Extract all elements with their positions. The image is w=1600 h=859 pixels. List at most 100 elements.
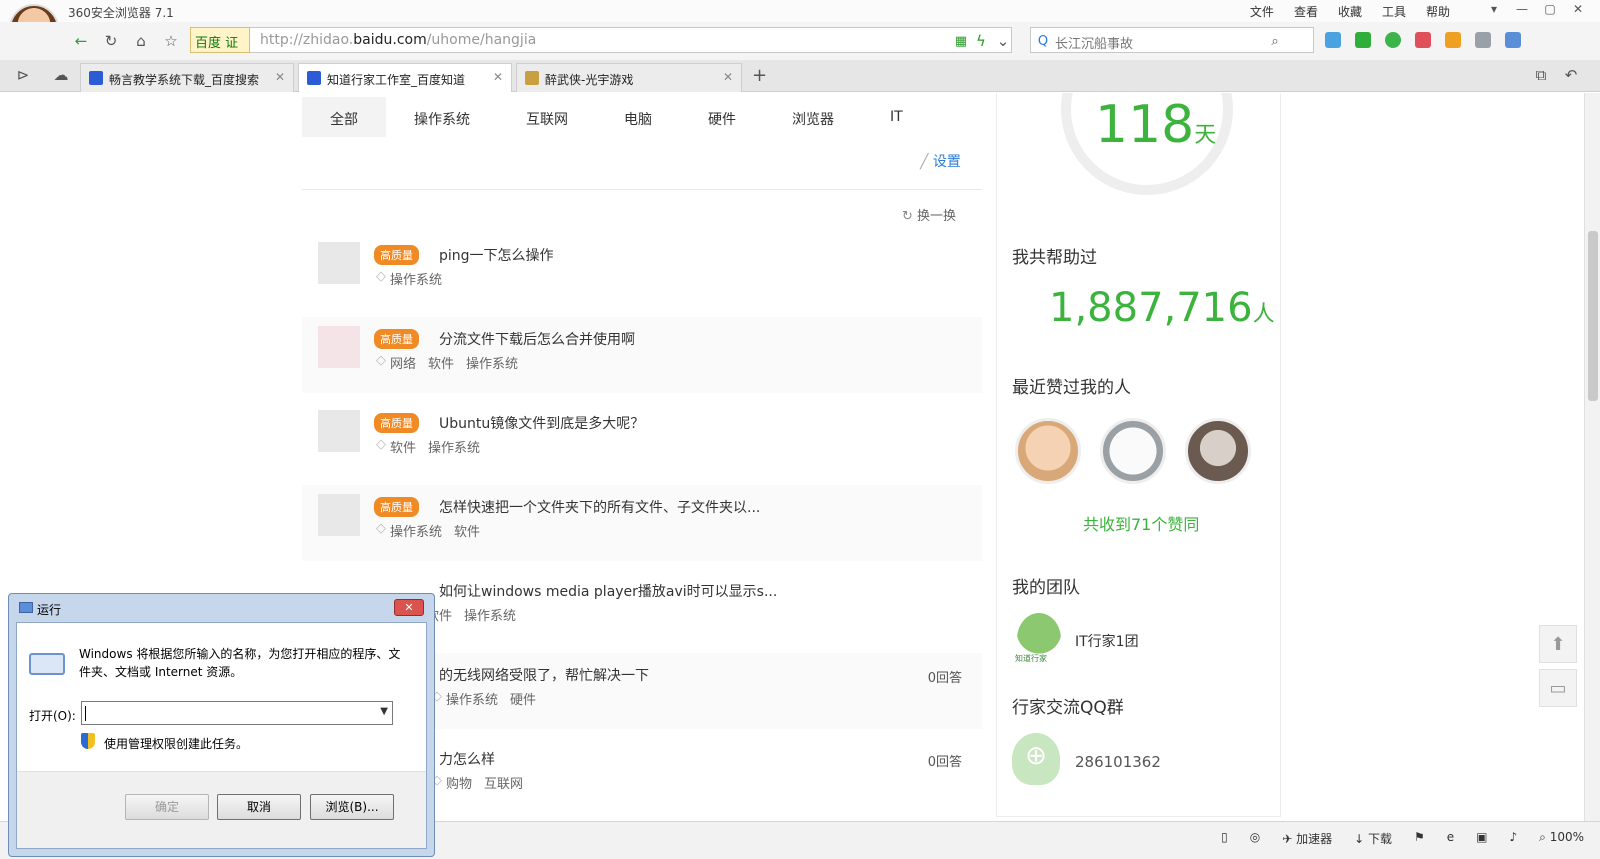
qq-group-number: 286101362 xyxy=(1075,753,1161,771)
menu-help[interactable]: 帮助 xyxy=(1426,3,1450,20)
tab-all[interactable]: 全部 xyxy=(302,97,386,137)
run-program-icon xyxy=(29,653,65,675)
liker-avatar[interactable] xyxy=(1100,418,1166,484)
tab-baidu-search[interactable]: 畅言教学系统下载_百度搜索 ✕ xyxy=(80,63,294,92)
ie-icon[interactable]: e xyxy=(1447,830,1454,847)
run-dialog-body: Windows 将根据您所输入的名称，为您打开相应的程序、文件夹、文档或 Int… xyxy=(16,622,427,849)
wechat-icon[interactable] xyxy=(1355,32,1371,48)
image-icon[interactable] xyxy=(1475,32,1491,48)
ok-button[interactable]: 确定 xyxy=(125,794,209,820)
liker-avatar[interactable] xyxy=(1015,418,1081,484)
minimize-button[interactable]: — xyxy=(1508,0,1536,18)
download-button[interactable]: ↓ 下载 xyxy=(1354,830,1392,847)
tab-internet[interactable]: 互联网 xyxy=(498,97,596,137)
run-description: Windows 将根据您所输入的名称，为您打开相应的程序、文件夹、文档或 Int… xyxy=(79,647,401,679)
settings-link[interactable]: ╱ 设置 xyxy=(920,151,961,171)
run-dialog-title: 运行 xyxy=(37,603,62,617)
browser-mode-icon[interactable]: ◎ xyxy=(1250,830,1260,847)
question-title[interactable]: 的无线网络受限了，帮忙解决一下 xyxy=(439,665,649,685)
question-tags: ◇ 操作系统 软件 xyxy=(376,521,481,540)
chevron-down-icon[interactable]: ▼ xyxy=(380,706,388,717)
back-to-top-button[interactable]: ⬆ xyxy=(1539,625,1577,663)
maximize-button[interactable]: ▢ xyxy=(1536,0,1564,18)
close-window-button[interactable]: ✕ xyxy=(1564,0,1592,18)
sidebar-toggle-icon[interactable]: ⊳ xyxy=(12,64,34,86)
tag-icon: ◇ xyxy=(376,521,386,536)
home-icon[interactable]: ⌂ xyxy=(130,30,152,52)
close-tab-icon[interactable]: ✕ xyxy=(493,70,503,84)
refresh-icon[interactable]: ↻ xyxy=(100,30,122,52)
run-dialog-titlebar[interactable]: 运行 ✕ xyxy=(9,594,434,622)
money-icon[interactable] xyxy=(1385,32,1401,48)
search-icon[interactable]: ⌕ xyxy=(1264,30,1286,52)
question-title[interactable]: 如何让windows media player播放avi时可以显示s... xyxy=(439,581,777,601)
refresh-link[interactable]: ↻ 换一换 xyxy=(902,205,956,224)
asker-avatar xyxy=(318,494,360,536)
asker-avatar xyxy=(318,242,360,284)
undo-close-icon[interactable]: ↶ xyxy=(1560,64,1582,86)
tab-strip: ⊳ ☁ 畅言教学系统下载_百度搜索 ✕ 知道行家工作室_百度知道 ✕ 醉武侠-光… xyxy=(0,60,1600,92)
qq-penguin-icon: ⊕ xyxy=(1012,733,1060,785)
flag-icon[interactable]: ⚑ xyxy=(1414,830,1425,847)
tab-game[interactable]: 醉武侠-光宇游戏 ✕ xyxy=(516,63,742,92)
menu-view[interactable]: 查看 xyxy=(1294,3,1318,20)
screenshot-icon[interactable] xyxy=(1445,32,1461,48)
cloud-icon[interactable]: ☁ xyxy=(50,64,72,86)
run-command-input[interactable]: ▼ xyxy=(81,701,393,725)
phone-icon[interactable]: ▯ xyxy=(1221,830,1228,847)
team-name[interactable]: IT行家1团 xyxy=(1075,631,1139,651)
qr-icon[interactable]: ▦ xyxy=(950,30,972,52)
question-title[interactable]: Ubuntu镜像文件到底是多大呢？ xyxy=(439,413,644,433)
window-icon[interactable]: ▣ xyxy=(1476,830,1487,847)
liker-avatar[interactable] xyxy=(1185,418,1251,484)
url-text[interactable]: http://zhidao.baidu.com/uhome/hangjia xyxy=(260,32,536,48)
accelerator-button[interactable]: ✈ 加速器 xyxy=(1282,830,1332,847)
favorite-star-icon[interactable]: ☆ xyxy=(160,30,182,52)
back-icon[interactable]: ← xyxy=(70,30,92,52)
question-item[interactable]: 高质量 ping一下怎么操作 ◇ 操作系统 xyxy=(302,233,982,309)
tools-icon[interactable] xyxy=(1505,32,1521,48)
browser-titlebar: 360安全浏览器 7.1 文件 查看 收藏 工具 帮助 ▾ — ▢ ✕ xyxy=(0,0,1600,22)
tab-hardware[interactable]: 硬件 xyxy=(680,97,764,137)
browse-button[interactable]: 浏览(B)... xyxy=(310,794,394,820)
question-item[interactable]: 高质量 分流文件下载后怎么合并使用啊 ◇ 网络 软件 操作系统 xyxy=(302,317,982,393)
question-item[interactable]: 高质量 怎样快速把一个文件夹下的所有文件、子文件夹以... ◇ 操作系统 软件 xyxy=(302,485,982,561)
translate-icon[interactable] xyxy=(1415,32,1431,48)
question-title[interactable]: ping一下怎么操作 xyxy=(439,245,554,265)
skin-icon[interactable]: ▾ xyxy=(1480,0,1508,18)
run-dialog: 运行 ✕ Windows 将根据您所输入的名称，为您打开相应的程序、文件夹、文档… xyxy=(8,593,435,857)
quality-badge: 高质量 xyxy=(374,497,419,517)
apps-icon[interactable] xyxy=(1325,32,1341,48)
page-scrollbar[interactable] xyxy=(1584,93,1600,821)
helped-heading: 我共帮助过 xyxy=(1012,248,1097,268)
close-tab-icon[interactable]: ✕ xyxy=(275,70,285,84)
arrow-up-icon: ⬆ xyxy=(1550,633,1566,655)
tab-browser[interactable]: 浏览器 xyxy=(764,97,862,137)
pencil-icon: ╱ xyxy=(920,154,933,170)
feedback-button[interactable]: ▭ xyxy=(1539,669,1577,707)
restore-tabs-icon[interactable]: ⧉ xyxy=(1530,64,1552,86)
question-title[interactable]: 力怎么样 xyxy=(439,749,495,769)
new-tab-button[interactable]: + xyxy=(752,65,767,86)
question-title[interactable]: 怎样快速把一个文件夹下的所有文件、子文件夹以... xyxy=(439,497,760,517)
close-tab-icon[interactable]: ✕ xyxy=(723,70,733,84)
search-engine-icon[interactable]: Q xyxy=(1032,30,1054,52)
tab-computer[interactable]: 电脑 xyxy=(596,97,680,137)
tab-os[interactable]: 操作系统 xyxy=(386,97,498,137)
zoom-level[interactable]: ⌕ 100% xyxy=(1539,830,1584,847)
menu-favorites[interactable]: 收藏 xyxy=(1338,3,1362,20)
quality-badge: 高质量 xyxy=(374,245,419,265)
scrollbar-thumb[interactable] xyxy=(1588,231,1598,401)
menu-tools[interactable]: 工具 xyxy=(1382,3,1406,20)
site-cert-badge[interactable]: 百度 证 xyxy=(190,27,250,53)
question-item[interactable]: 高质量 Ubuntu镜像文件到底是多大呢？ ◇ 软件 操作系统 xyxy=(302,401,982,477)
lightning-icon[interactable]: ϟ xyxy=(970,30,992,52)
tab-it[interactable]: IT xyxy=(862,97,931,137)
volume-icon[interactable]: ♪ xyxy=(1509,830,1517,847)
menu-file[interactable]: 文件 xyxy=(1250,3,1274,20)
question-title[interactable]: 分流文件下载后怎么合并使用啊 xyxy=(439,329,635,349)
tab-zhidao[interactable]: 知道行家工作室_百度知道 ✕ xyxy=(298,63,512,92)
cancel-button[interactable]: 取消 xyxy=(217,794,301,820)
close-icon[interactable]: ✕ xyxy=(394,599,424,616)
chevron-down-icon[interactable]: ⌄ xyxy=(992,30,1014,52)
